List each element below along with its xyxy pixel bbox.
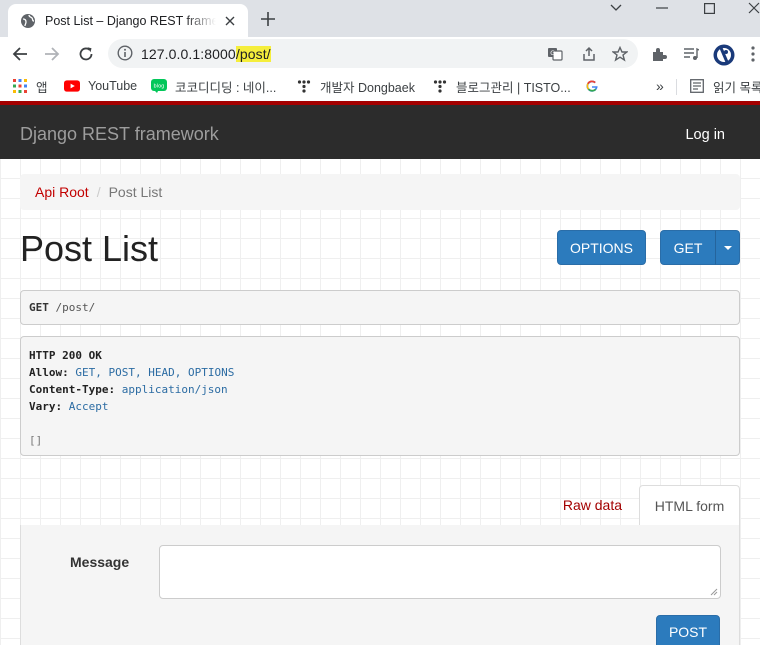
bookmark-apps[interactable]: 앱 — [12, 77, 48, 95]
bookmark-label: YouTube — [88, 79, 138, 93]
tab-strip: Post List – Django REST framework — [0, 0, 760, 37]
translate-icon[interactable]: G — [546, 45, 563, 62]
profile-avatar-icon[interactable] — [713, 44, 735, 66]
url-host: 127.0.0.1:8000 — [141, 46, 236, 62]
bookmarks-divider — [676, 79, 677, 95]
html-form: Message — [20, 525, 740, 645]
tistory-icon — [296, 78, 312, 94]
forward-icon[interactable] — [40, 42, 64, 66]
post-button[interactable]: POST — [656, 615, 720, 645]
allow-value: GET, POST, HEAD, OPTIONS — [75, 366, 235, 379]
response-body: [] — [29, 434, 43, 447]
apps-grid-icon — [12, 78, 28, 94]
reading-list-icon — [689, 78, 705, 94]
breadcrumb-api-root[interactable]: Api Root — [35, 184, 89, 200]
url-path-highlight: /post/ — [235, 46, 271, 62]
bookmark-google[interactable] — [584, 77, 608, 95]
tab-html-form[interactable]: HTML form — [639, 485, 740, 526]
browser-tab[interactable]: Post List – Django REST framework — [8, 4, 248, 37]
bookmark-label: 블로그관리 | TISTO... — [456, 80, 571, 95]
tistory-icon — [432, 78, 448, 94]
back-icon[interactable] — [8, 42, 32, 66]
url-text: 127.0.0.1:8000/post/ — [141, 46, 271, 62]
login-link[interactable]: Log in — [685, 127, 725, 143]
navbar: Django REST framework Log in — [0, 105, 760, 159]
bookmark-apps-label: 앱 — [36, 80, 48, 95]
star-icon[interactable] — [611, 45, 628, 62]
google-icon — [584, 78, 600, 94]
new-tab-icon[interactable] — [258, 9, 278, 29]
maximize-icon[interactable] — [699, 0, 719, 16]
bookmark-dongbaek[interactable]: 개발자 Dongbaek — [296, 77, 415, 95]
media-control-icon[interactable] — [682, 45, 700, 63]
bookmarks-bar: 앱 YouTube blog 코코디디딩 : 네이... 개발자 Dongbae… — [0, 71, 760, 101]
bookmarks-overflow[interactable]: » — [656, 77, 664, 95]
extensions-icon[interactable] — [650, 45, 668, 63]
bookmark-label: 코코디디딩 : 네이... — [175, 80, 277, 95]
vary-value: Accept — [68, 400, 109, 413]
bookmark-naver-blog[interactable]: blog 코코디디딩 : 네이... — [151, 77, 276, 95]
bookmark-youtube[interactable]: YouTube — [64, 77, 137, 95]
svg-text:G: G — [550, 50, 555, 57]
tab-title: Post List – Django REST framework — [45, 13, 216, 28]
page-title: Post List — [20, 228, 159, 269]
request-method: GET — [29, 301, 49, 314]
options-button[interactable]: OPTIONS — [557, 230, 646, 265]
response-status: HTTP 200 OK — [29, 349, 102, 362]
request-info: GET /post/ — [20, 290, 740, 325]
naver-blog-icon: blog — [151, 78, 167, 94]
request-path: /post/ — [55, 301, 96, 314]
allow-key: Allow: — [29, 366, 69, 379]
page-content: Django REST framework Log in Api Root / … — [0, 101, 760, 645]
globe-icon — [20, 13, 36, 29]
resize-handle-icon[interactable] — [710, 588, 718, 596]
svg-text:blog: blog — [154, 84, 165, 90]
info-icon[interactable] — [117, 45, 133, 61]
chevron-down-icon[interactable] — [606, 0, 626, 16]
navbar-brand[interactable]: Django REST framework — [20, 124, 219, 145]
share-icon[interactable] — [580, 45, 597, 62]
browser-toolbar: 127.0.0.1:8000/post/ G — [0, 37, 760, 71]
get-format-dropdown[interactable] — [715, 230, 740, 265]
address-bar[interactable]: 127.0.0.1:8000/post/ G — [108, 39, 638, 68]
reload-icon[interactable] — [74, 42, 98, 66]
youtube-icon — [64, 78, 80, 94]
vary-key: Vary: — [29, 400, 63, 413]
close-window-icon[interactable] — [744, 0, 760, 16]
reading-list[interactable]: 읽기 목록 — [689, 77, 760, 95]
reading-list-label: 읽기 목록 — [713, 80, 760, 95]
menu-dots-icon[interactable] — [744, 45, 760, 63]
response-info: HTTP 200 OK Allow: GET, POST, HEAD, OPTI… — [20, 336, 740, 456]
form-tabs: Raw data HTML form — [20, 485, 740, 526]
get-button[interactable]: GET — [660, 230, 716, 265]
message-field[interactable] — [159, 545, 721, 599]
bookmark-blog-admin[interactable]: 블로그관리 | TISTO... — [432, 77, 571, 95]
content-type-key: Content-Type: — [29, 383, 116, 396]
minimize-icon[interactable] — [652, 0, 672, 16]
content-type-value: application/json — [121, 383, 228, 396]
close-tab-icon[interactable] — [222, 13, 238, 29]
breadcrumb: Api Root / Post List — [20, 174, 740, 210]
caret-down-icon — [723, 245, 732, 250]
tab-raw-data[interactable]: Raw data — [563, 497, 622, 513]
message-label: Message — [70, 554, 130, 570]
breadcrumb-current: Post List — [108, 184, 163, 200]
breadcrumb-separator: / — [96, 184, 101, 200]
bookmark-label: 개발자 Dongbaek — [320, 80, 415, 95]
